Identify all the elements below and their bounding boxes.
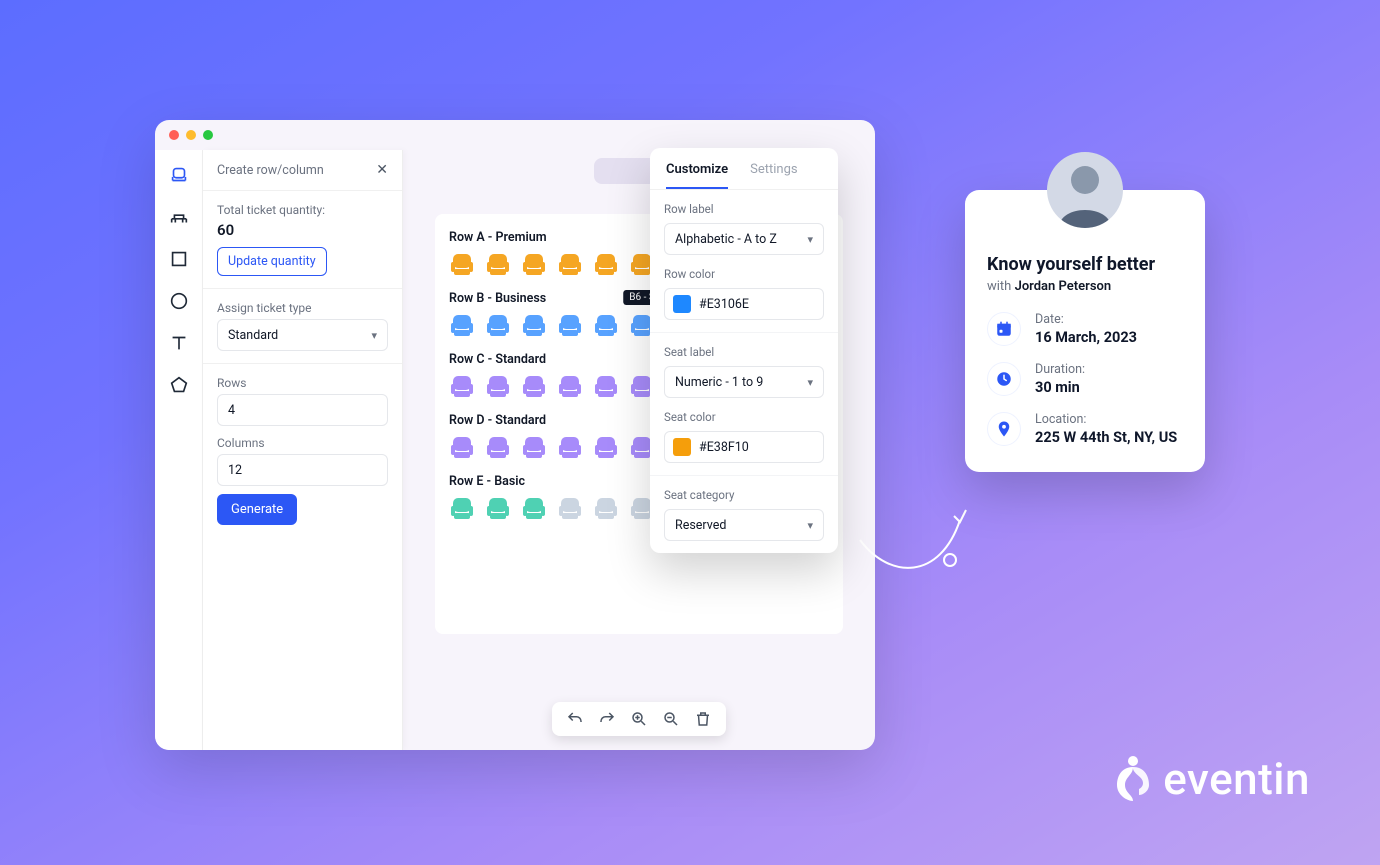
total-quantity-value: 60 [217,221,388,239]
rows-label: Rows [217,376,388,390]
duration-label: Duration: [1035,362,1085,377]
seat[interactable] [593,495,619,521]
chevron-down-icon: ▾ [807,519,813,532]
seat-category-label: Seat category [664,488,824,502]
table-tool-icon[interactable] [168,206,190,228]
location-value: 225 W 44th St, NY, US [1035,429,1177,446]
seat[interactable] [521,312,547,338]
seat-color-label: Seat color [664,410,824,424]
columns-label: Columns [217,436,388,450]
delete-icon[interactable] [694,710,712,728]
seat[interactable] [485,251,511,277]
event-subtitle: with Jordan Peterson [987,279,1183,294]
row-color-input[interactable]: #E3106E [664,288,824,320]
row-label-label: Row label [664,202,824,216]
seat[interactable] [449,495,475,521]
calendar-icon [987,312,1021,346]
seat[interactable] [593,312,619,338]
seat[interactable] [557,312,583,338]
ticket-type-select[interactable]: Standard ▾ [217,319,388,351]
seat[interactable] [485,312,511,338]
panel-title: Create row/column [217,163,324,178]
generate-button[interactable]: Generate [217,494,297,525]
redo-icon[interactable] [598,710,616,728]
shape-tool-icon[interactable] [168,374,190,396]
minimize-window-dot[interactable] [186,130,196,140]
speaker-name: Jordan Peterson [1015,279,1112,294]
seat[interactable] [557,251,583,277]
rows-input[interactable]: 4 [217,394,388,426]
chevron-down-icon: ▾ [371,329,377,342]
seat[interactable] [593,251,619,277]
customize-panel: Customize Settings Row label Alphabetic … [650,148,838,553]
eventin-mark-icon [1113,755,1153,803]
undo-icon[interactable] [566,710,584,728]
row-color-swatch [673,295,691,313]
update-quantity-button[interactable]: Update quantity [217,247,327,276]
tool-strip [155,150,203,750]
location-label: Location: [1035,412,1177,427]
seat[interactable] [485,495,511,521]
seat[interactable] [521,251,547,277]
row-color-label: Row color [664,267,824,281]
chevron-down-icon: ▾ [807,233,813,246]
canvas-bottom-toolbar [552,702,726,736]
seat-color-swatch [673,438,691,456]
zoom-out-icon[interactable] [662,710,680,728]
brand-logo: eventin [1113,753,1310,805]
seat[interactable] [449,373,475,399]
seat-tool-icon[interactable] [168,164,190,186]
seat[interactable] [449,434,475,460]
event-card: Know yourself better with Jordan Peterso… [965,190,1205,472]
create-row-panel: Create row/column ✕ Total ticket quantit… [203,150,403,750]
tab-settings[interactable]: Settings [750,162,797,189]
seat[interactable] [521,373,547,399]
row-label-select[interactable]: Alphabetic - A to Z ▾ [664,223,824,255]
chevron-down-icon: ▾ [807,376,813,389]
assign-ticket-label: Assign ticket type [217,301,388,315]
rectangle-tool-icon[interactable] [168,248,190,270]
seat-label-select[interactable]: Numeric - 1 to 9 ▾ [664,366,824,398]
text-tool-icon[interactable] [168,332,190,354]
tab-customize[interactable]: Customize [666,162,728,189]
seat[interactable] [485,434,511,460]
seat[interactable] [593,373,619,399]
seat-label-label: Seat label [664,345,824,359]
event-title: Know yourself better [987,254,1183,275]
seat[interactable] [593,434,619,460]
date-value: 16 March, 2023 [1035,329,1137,346]
close-icon[interactable]: ✕ [376,162,388,178]
date-label: Date: [1035,312,1137,327]
columns-input[interactable]: 12 [217,454,388,486]
seat[interactable] [449,251,475,277]
seat-category-select[interactable]: Reserved ▾ [664,509,824,541]
window-titlebar [155,120,875,150]
clock-icon [987,362,1021,396]
seat[interactable] [557,373,583,399]
seat-color-input[interactable]: #E38F10 [664,431,824,463]
seat[interactable] [449,312,475,338]
seat[interactable] [557,434,583,460]
seat[interactable] [485,373,511,399]
circle-tool-icon[interactable] [168,290,190,312]
seat[interactable] [557,495,583,521]
duration-value: 30 min [1035,379,1085,396]
maximize-window-dot[interactable] [203,130,213,140]
total-quantity-label: Total ticket quantity: [217,203,388,217]
zoom-in-icon[interactable] [630,710,648,728]
speaker-avatar [1047,152,1123,228]
ticket-type-value: Standard [228,328,278,343]
close-window-dot[interactable] [169,130,179,140]
brand-name: eventin [1163,753,1310,805]
location-icon [987,412,1021,446]
seat[interactable] [521,495,547,521]
seat[interactable] [521,434,547,460]
